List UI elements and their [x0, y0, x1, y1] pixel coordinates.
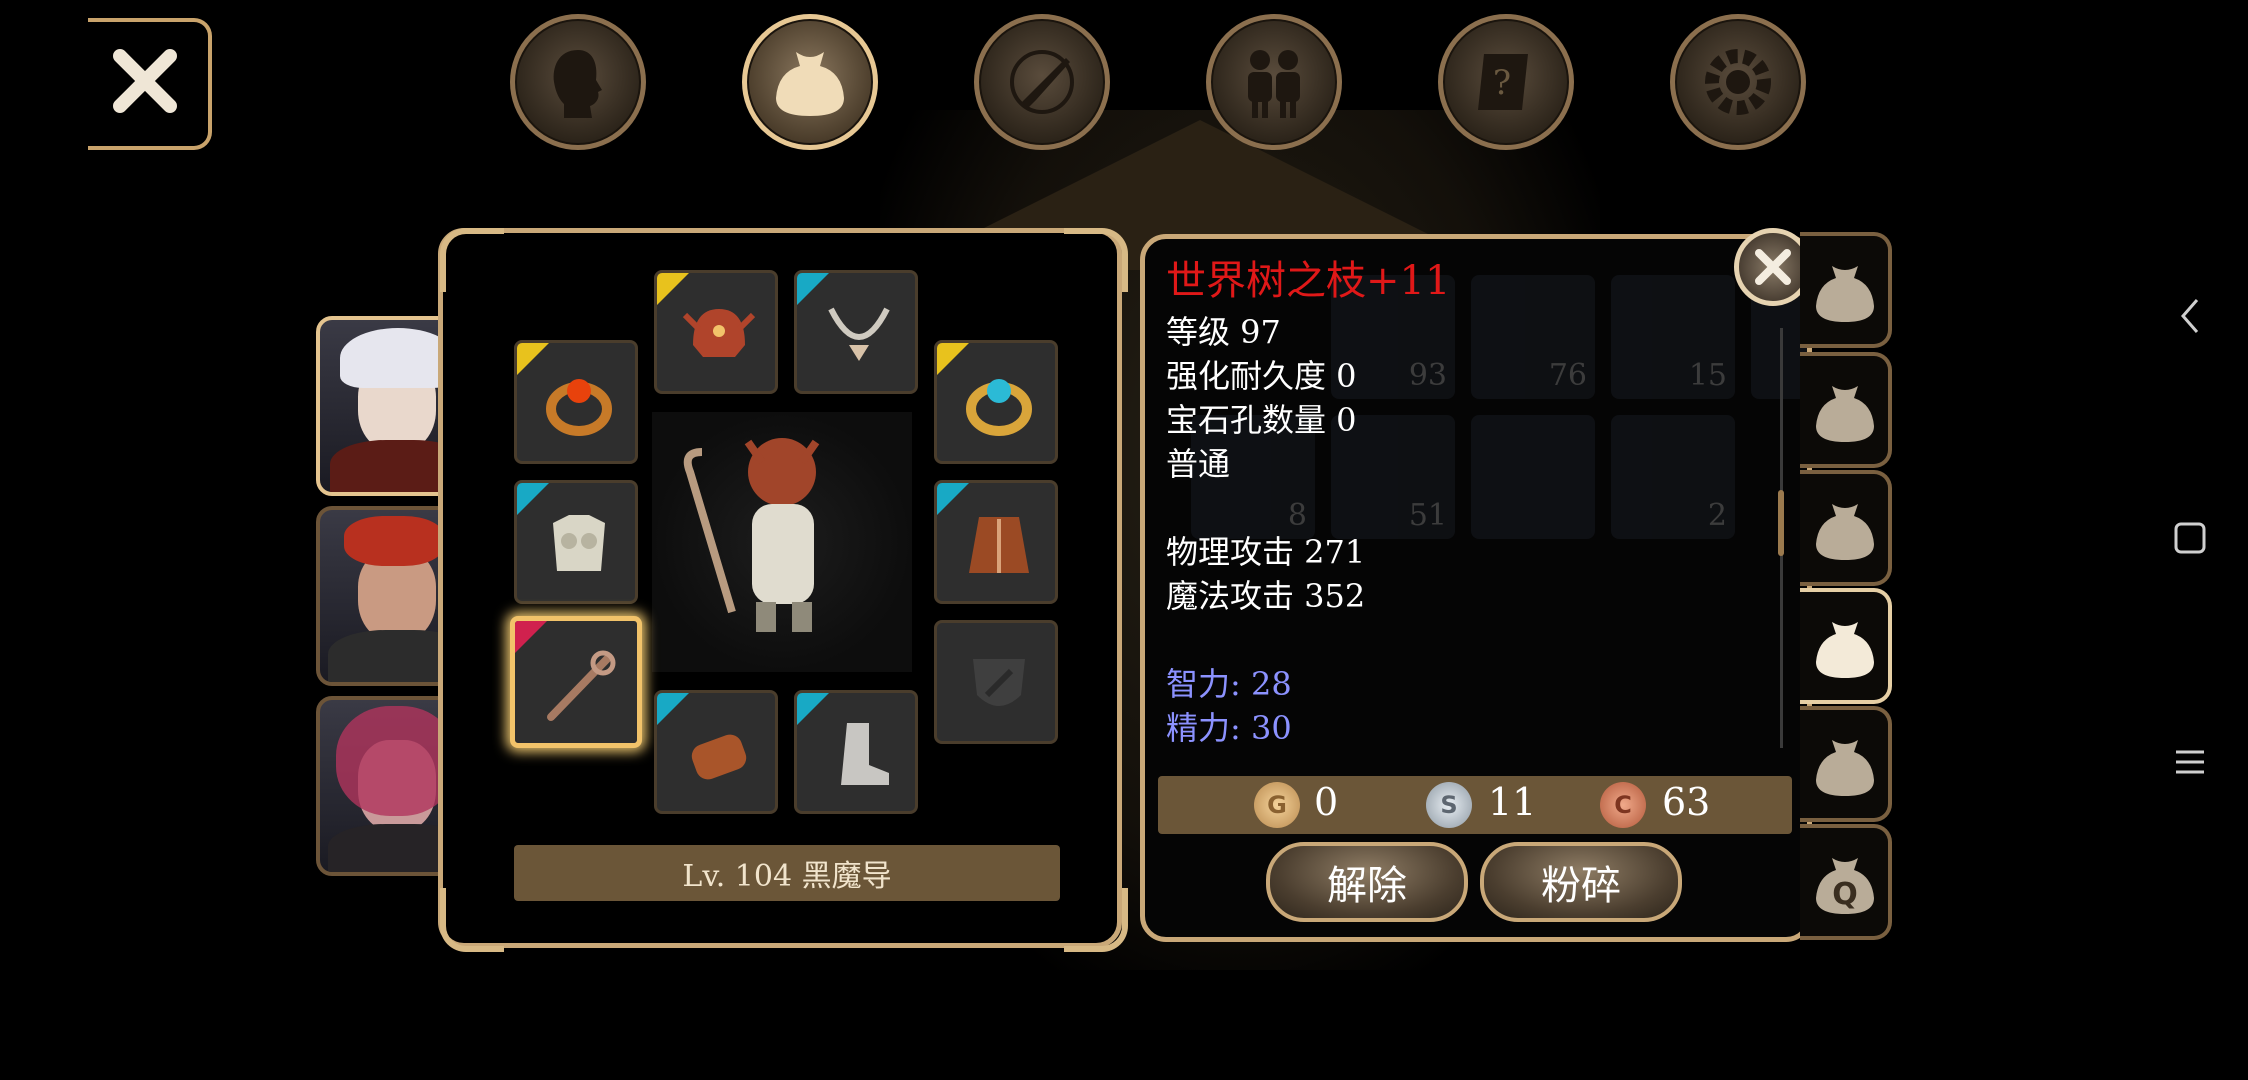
- menu-icon: [2176, 750, 2204, 774]
- copper-amount: 63: [1662, 780, 1711, 824]
- item-level: 等级 97: [1166, 313, 1281, 351]
- slot-boots[interactable]: [794, 690, 918, 814]
- bag-icon: [1816, 266, 1874, 322]
- bag-icon: [1816, 386, 1874, 442]
- item-int-bonus: 智力: 28: [1166, 665, 1292, 703]
- gold-amount: 0: [1314, 780, 1339, 824]
- tab-skills[interactable]: [974, 14, 1110, 150]
- cloak-icon: [969, 517, 1029, 573]
- helmet-icon: [682, 309, 756, 357]
- bag-tab-3[interactable]: [1800, 470, 1892, 586]
- system-menu-button[interactable]: [2160, 732, 2220, 792]
- item-magic-attack: 魔法攻击 352: [1166, 577, 1366, 615]
- copper-coin-icon: C: [1600, 782, 1646, 828]
- close-x-icon: [113, 49, 177, 113]
- system-back-button[interactable]: [2160, 286, 2220, 346]
- bag-tab-quest[interactable]: Q: [1800, 824, 1892, 940]
- necklace-icon: [828, 307, 890, 361]
- bag-tab-4[interactable]: [1800, 588, 1892, 704]
- character-preview: [652, 412, 912, 672]
- item-phys-attack: 物理攻击 271: [1166, 533, 1366, 571]
- tab-character[interactable]: [510, 14, 646, 150]
- slot-necklace[interactable]: [794, 270, 918, 394]
- system-home-button[interactable]: [2160, 508, 2220, 568]
- slot-cloak[interactable]: [934, 480, 1058, 604]
- ring-icon: [966, 379, 1032, 436]
- bag-tab-2[interactable]: [1800, 352, 1892, 468]
- frame-corner: [440, 888, 504, 952]
- item-grade: 普通: [1166, 445, 1231, 483]
- tab-inventory[interactable]: [742, 14, 878, 150]
- silver-coin-icon: S: [1426, 782, 1472, 828]
- sword-compass-icon: [1010, 50, 1074, 114]
- slot-weapon[interactable]: [510, 616, 642, 748]
- gold-symbol: G: [1267, 791, 1287, 819]
- bag-icon: [1816, 622, 1874, 678]
- armor-icon: [553, 515, 605, 571]
- warrior-hair: [344, 516, 444, 566]
- quest-bag-icon: Q: [1816, 858, 1874, 914]
- boot-icon: [841, 723, 889, 785]
- character-head-icon: [553, 50, 602, 118]
- party-icon: [1248, 50, 1300, 118]
- slot-ring-right[interactable]: [934, 340, 1058, 464]
- staff-icon: [547, 650, 616, 721]
- slot-shield-empty[interactable]: [934, 620, 1058, 744]
- bag-icon: [1816, 740, 1874, 796]
- frame-corner: [440, 228, 504, 292]
- slot-ring-left[interactable]: [514, 340, 638, 464]
- bag-icon: [776, 52, 844, 116]
- svg-text:?: ?: [1493, 63, 1511, 103]
- quest-scroll-icon: ?: [1478, 54, 1528, 110]
- frame-corner: [1064, 228, 1128, 292]
- item-gem-slots: 宝石孔数量 0: [1166, 401, 1357, 439]
- bag-tab-5[interactable]: [1800, 706, 1892, 822]
- item-durability: 强化耐久度 0: [1166, 357, 1357, 395]
- currency-bar: G 0 S 11 C 63: [1158, 776, 1792, 834]
- unequip-button[interactable]: 解除: [1266, 842, 1468, 922]
- item-spirit-bonus: 精力: 30: [1166, 709, 1292, 747]
- copper-symbol: C: [1614, 791, 1632, 819]
- slot-gloves[interactable]: [654, 690, 778, 814]
- home-icon: [2174, 522, 2206, 554]
- silver-symbol: S: [1440, 791, 1458, 819]
- dark-mage-sprite: [683, 438, 820, 632]
- character-level-label: Lv. 104 黑魔导: [514, 845, 1060, 901]
- slot-armor[interactable]: [514, 480, 638, 604]
- ring-icon: [546, 379, 612, 436]
- close-button[interactable]: [88, 18, 212, 150]
- back-icon: [2181, 299, 2199, 333]
- bag-icon: [1816, 504, 1874, 560]
- gauntlet-icon: [691, 734, 747, 780]
- tab-settings[interactable]: [1670, 14, 1806, 150]
- slot-helmet[interactable]: [654, 270, 778, 394]
- tab-quests[interactable]: ?: [1438, 14, 1574, 150]
- gold-coin-icon: G: [1254, 782, 1300, 828]
- shield-icon: [973, 659, 1025, 706]
- item-info: 世界树之枝+11 等级 97 强化耐久度 0 宝石孔数量 0 普通 物理攻击 2…: [1166, 252, 1766, 750]
- tab-party[interactable]: [1206, 14, 1342, 150]
- frame-corner: [1064, 888, 1128, 952]
- silver-amount: 11: [1488, 780, 1537, 824]
- smash-button[interactable]: 粉碎: [1480, 842, 1682, 922]
- close-x-icon: [1755, 249, 1791, 285]
- item-name: 世界树之枝+11: [1166, 258, 1451, 304]
- gear-icon: [1705, 49, 1771, 115]
- detail-scroll-thumb[interactable]: [1778, 490, 1784, 556]
- bag-tab-1[interactable]: [1800, 232, 1892, 348]
- svg-text:Q: Q: [1832, 877, 1858, 912]
